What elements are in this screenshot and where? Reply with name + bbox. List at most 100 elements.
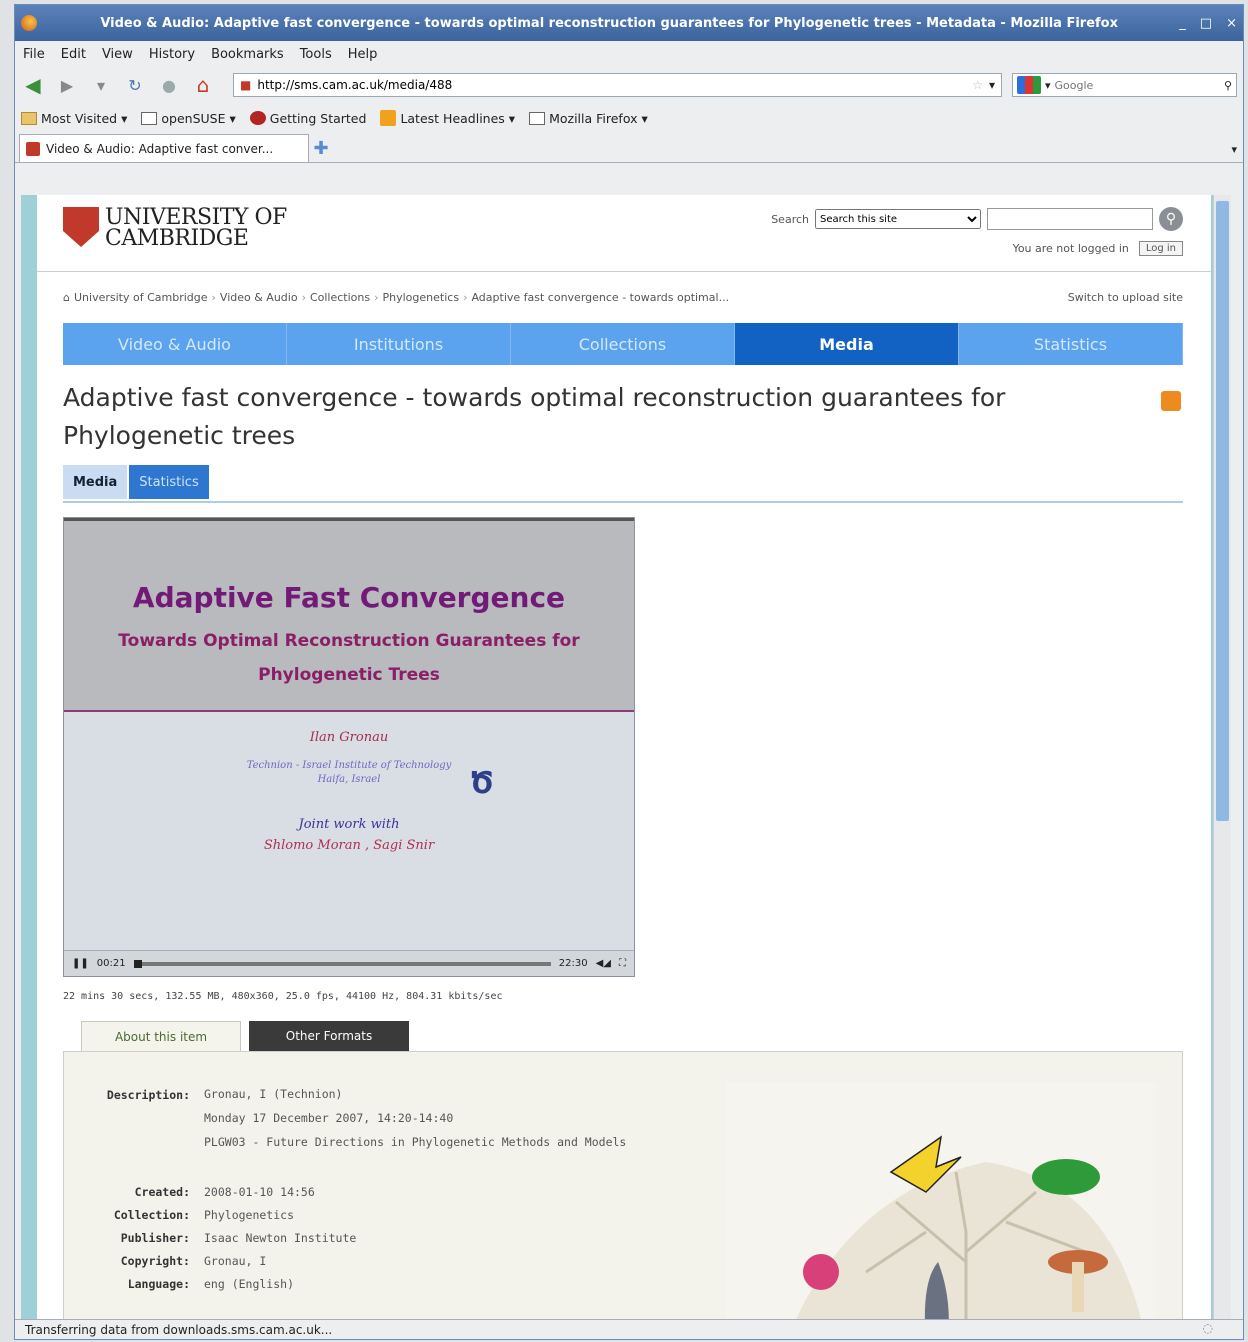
vertical-scrollbar[interactable] <box>1213 195 1231 1325</box>
tab-statistics[interactable]: Statistics <box>129 465 209 499</box>
video-player[interactable]: Adaptive Fast Convergence Towards Optima… <box>63 517 635 977</box>
reload-button[interactable]: ↻ <box>123 73 147 97</box>
nav-collections[interactable]: Collections <box>511 323 735 365</box>
menu-file[interactable]: File <box>23 47 45 62</box>
fullscreen-icon[interactable]: ⛶ <box>619 958 626 969</box>
slide-affiliation-2: Haifa, Israel <box>317 774 381 785</box>
web-page: UNIVERSITY OF CAMBRIDGE Search Search th… <box>37 195 1211 1325</box>
menu-tools[interactable]: Tools <box>300 47 332 62</box>
search-engine-dropdown-icon[interactable]: ▾ <box>1045 79 1051 92</box>
page-title: Adaptive fast convergence - towards opti… <box>63 383 1006 450</box>
back-button[interactable]: ◀ <box>21 73 45 97</box>
stop-button[interactable]: ● <box>157 73 181 97</box>
field-value: 2008-01-10 14:56 <box>204 1185 315 1199</box>
field-label: Publisher: <box>120 1231 190 1245</box>
crumb-video-audio[interactable]: Video & Audio <box>220 291 298 304</box>
search-input[interactable] <box>1054 78 1220 92</box>
description-line: Gronau, I (Technion) <box>204 1087 343 1101</box>
field-label: Collection: <box>113 1208 190 1222</box>
login-status: You are not logged in <box>1012 242 1129 255</box>
bookmark-mozilla-firefox[interactable]: Mozilla Firefox ▾ <box>529 111 648 126</box>
crumb-university[interactable]: University of Cambridge <box>74 291 208 304</box>
volume-icon[interactable]: ◀◢ <box>596 958 611 969</box>
tab-media[interactable]: Media <box>63 465 128 499</box>
login-button[interactable]: Log in <box>1138 241 1183 256</box>
bookmark-star-icon[interactable]: ☆ <box>972 78 983 92</box>
description-line: PLGW03 - Future Directions in Phylogenet… <box>204 1135 627 1149</box>
logo-line-1: UNIVERSITY OF <box>105 205 287 230</box>
about-panel: Description: Gronau, I (Technion) Monday… <box>63 1051 1183 1325</box>
search-scope-select[interactable]: Search this site <box>815 209 981 229</box>
field-value: Isaac Newton Institute <box>204 1231 357 1245</box>
tab-list-icon[interactable]: ▾ <box>1231 143 1243 162</box>
slide-header: Adaptive Fast Convergence Towards Optima… <box>64 518 634 712</box>
player-controls: ❚❚ 00:21 22:30 ◀◢ ⛶ <box>64 950 634 976</box>
crumb-phylogenetics[interactable]: Phylogenetics <box>383 291 460 304</box>
menu-history[interactable]: History <box>149 47 195 62</box>
slide-author: Ilan Gronau <box>309 730 389 745</box>
subtab-divider <box>63 501 1183 503</box>
site-identity-icon[interactable]: ■ <box>240 78 251 92</box>
tab-label: Video & Audio: Adaptive fast conver... <box>46 141 274 156</box>
favicon <box>26 141 40 156</box>
cambridge-logo[interactable]: UNIVERSITY OF CAMBRIDGE <box>63 205 287 250</box>
history-dropdown-icon[interactable]: ▾ <box>89 73 113 97</box>
nav-institutions[interactable]: Institutions <box>287 323 511 365</box>
url-bar[interactable]: ■ ☆ ▾ <box>233 73 1002 97</box>
bookmark-latest-headlines[interactable]: Latest Headlines ▾ <box>380 110 515 126</box>
minimize-button[interactable]: _ <box>1179 16 1186 31</box>
bookmark-label: Most Visited <box>41 110 118 126</box>
slide-affiliation-1: Technion - Israel Institute of Technolog… <box>246 760 452 771</box>
slide-body: Ilan Gronau Technion - Israel Institute … <box>64 712 634 853</box>
home-button[interactable]: ⌂ <box>191 73 215 97</box>
new-tab-icon[interactable]: ✚ <box>309 134 333 162</box>
search-magnifier-icon[interactable]: ⚲ <box>1224 79 1232 92</box>
bookmark-label: Latest Headlines <box>400 110 505 126</box>
switch-upload-link[interactable]: Switch to upload site <box>1068 291 1183 304</box>
bookmark-label: Getting Started <box>269 110 367 126</box>
slide-subtitle-2: Phylogenetic Trees <box>258 665 440 685</box>
field-collection: Collection: Phylogenetics <box>94 1208 626 1222</box>
elapsed-time: 00:21 <box>96 958 126 969</box>
field-language: Language: eng (English) <box>94 1277 626 1291</box>
tab-about-item[interactable]: About this item <box>81 1021 241 1051</box>
navigation-toolbar: ◀ ▶ ▾ ↻ ● ⌂ ■ ☆ ▾ ▾ ⚲ <box>15 67 1243 103</box>
maximize-button[interactable]: □ <box>1200 16 1212 31</box>
nav-media[interactable]: Media <box>735 323 959 365</box>
tab-other-formats[interactable]: Other Formats <box>249 1021 409 1051</box>
crumb-collections[interactable]: Collections <box>310 291 370 304</box>
home-crumb-icon[interactable]: ⌂ <box>63 291 70 304</box>
bookmark-label: Mozilla Firefox <box>549 110 638 126</box>
menu-bar: File Edit View History Bookmarks Tools H… <box>15 41 1243 67</box>
field-created: Created: 2008-01-10 14:56 <box>94 1185 626 1199</box>
menu-edit[interactable]: Edit <box>61 47 86 62</box>
field-label: Description: <box>106 1088 190 1102</box>
nav-statistics[interactable]: Statistics <box>959 323 1183 365</box>
pause-button[interactable]: ❚❚ <box>72 958 89 969</box>
url-input[interactable] <box>257 78 967 92</box>
content-viewport: UNIVERSITY OF CAMBRIDGE Search Search th… <box>21 195 1231 1325</box>
close-button[interactable]: × <box>1226 16 1237 31</box>
scrollbar-thumb[interactable] <box>1216 201 1229 821</box>
forward-button[interactable]: ▶ <box>55 73 79 97</box>
rss-icon[interactable] <box>1161 391 1181 411</box>
site-search-go-icon[interactable]: ⚲ <box>1159 207 1183 231</box>
site-search-input[interactable] <box>987 208 1153 230</box>
title-bar: Video & Audio: Adaptive fast convergence… <box>15 5 1243 41</box>
folder-icon <box>529 111 546 125</box>
menu-help[interactable]: Help <box>348 47 378 62</box>
url-dropdown-icon[interactable]: ▾ <box>989 78 995 92</box>
menu-bookmarks[interactable]: Bookmarks <box>211 47 284 62</box>
main-navigation: Video & Audio Institutions Collections M… <box>63 323 1183 365</box>
bookmark-getting-started[interactable]: Getting Started <box>249 110 367 126</box>
nav-video-audio[interactable]: Video & Audio <box>63 323 287 365</box>
collection-link[interactable]: Phylogenetics <box>204 1208 294 1222</box>
bookmark-most-visited[interactable]: Most Visited ▾ <box>21 111 127 126</box>
menu-view[interactable]: View <box>102 47 133 62</box>
bookmark-opensuse[interactable]: openSUSE ▾ <box>141 111 236 126</box>
duration-time: 22:30 <box>558 958 588 969</box>
search-engine-icon[interactable] <box>1017 76 1041 94</box>
seek-bar[interactable] <box>133 959 551 968</box>
browser-tab[interactable]: Video & Audio: Adaptive fast conver... <box>19 134 309 162</box>
search-box[interactable]: ▾ ⚲ <box>1012 73 1237 97</box>
